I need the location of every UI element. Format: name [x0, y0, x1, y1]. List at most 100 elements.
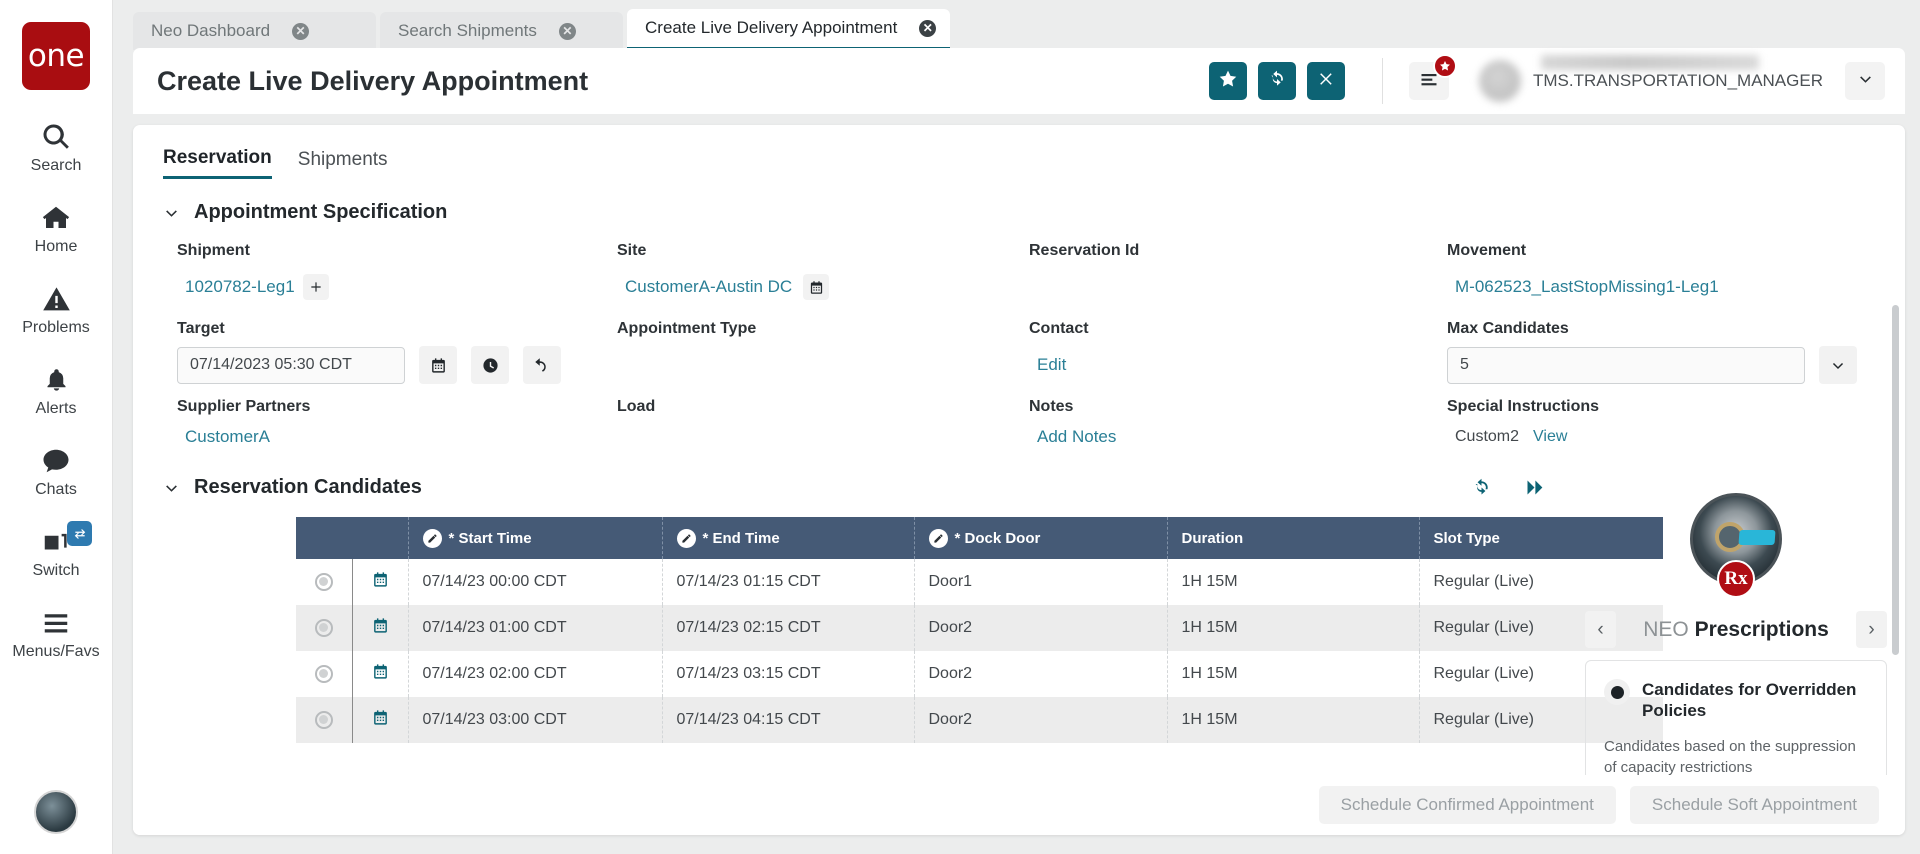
sidebar-item-switch[interactable]: Switch: [0, 521, 112, 580]
home-icon: [41, 201, 71, 235]
cell-start-time[interactable]: 07/14/23 03:00 CDT: [408, 697, 663, 743]
vertical-scrollbar[interactable]: [1892, 305, 1899, 655]
refresh-candidates-icon[interactable]: [1471, 477, 1492, 498]
calendar-icon[interactable]: [419, 346, 457, 384]
section-title: Appointment Specification: [194, 201, 448, 223]
col-select: [296, 517, 352, 559]
field-label: Appointment Type: [617, 320, 757, 337]
tab-reservation[interactable]: Reservation: [163, 147, 272, 179]
user-role: TMS.TRANSPORTATION_MANAGER: [1533, 71, 1823, 90]
cell-end-time[interactable]: 07/14/23 01:15 CDT: [662, 559, 915, 605]
reservation-candidates-table: * Start Time * End Time * Dock Door Dura…: [296, 517, 1663, 743]
header-menu-button[interactable]: [1409, 54, 1458, 100]
cell-start-time[interactable]: 07/14/23 01:00 CDT: [408, 605, 663, 651]
field-max-candidates: Max Candidates: [1447, 320, 1905, 384]
field-label: Contact: [1029, 320, 1089, 337]
cell-start-time[interactable]: 07/14/23 02:00 CDT: [408, 651, 663, 697]
chevron-down-icon[interactable]: [1819, 346, 1857, 384]
table-row[interactable]: 07/14/23 00:00 CDT 07/14/23 01:15 CDT Do…: [296, 559, 1663, 605]
appointment-specification-header[interactable]: Appointment Specification: [133, 179, 1905, 224]
field-label: Supplier Partners: [177, 398, 311, 415]
field-label: Reservation Id: [1029, 242, 1140, 259]
sidebar-label-switch: Switch: [32, 562, 80, 579]
sidebar-label-alerts: Alerts: [35, 400, 77, 417]
undo-icon[interactable]: [523, 346, 561, 384]
schedule-soft-appointment-button[interactable]: Schedule Soft Appointment: [1629, 786, 1879, 824]
edit-pencil-icon: [676, 528, 696, 548]
sidebar-item-alerts[interactable]: Alerts: [0, 363, 112, 418]
clock-icon[interactable]: [471, 346, 509, 384]
cell-start-time[interactable]: 07/14/23 00:00 CDT: [408, 559, 663, 605]
cell-dock-door[interactable]: Door2: [914, 697, 1168, 743]
shipment-link[interactable]: 1020782-Leg1: [185, 277, 295, 297]
sidebar-label-home: Home: [34, 238, 78, 255]
col-label: Duration: [1181, 529, 1244, 547]
schedule-confirmed-appointment-button[interactable]: Schedule Confirmed Appointment: [1318, 786, 1616, 824]
field-label: Load: [617, 398, 656, 415]
cell-dock-door[interactable]: Door2: [914, 651, 1168, 697]
col-dock-door[interactable]: * Dock Door: [914, 517, 1168, 559]
row-select-cell[interactable]: [296, 651, 353, 697]
plus-icon[interactable]: [302, 274, 329, 300]
row-select-cell[interactable]: [296, 605, 353, 651]
rail-user-avatar[interactable]: [34, 790, 78, 834]
table-row[interactable]: 07/14/23 02:00 CDT 07/14/23 03:15 CDT Do…: [296, 651, 1663, 697]
row-calendar-cell[interactable]: [352, 559, 409, 605]
close-button[interactable]: [1307, 62, 1346, 100]
row-select-cell[interactable]: [296, 559, 353, 605]
sidebar-label-chats: Chats: [35, 481, 77, 498]
neo-nav: ‹ NEO Prescriptions ›: [1585, 611, 1887, 648]
cell-end-time[interactable]: 07/14/23 02:15 CDT: [662, 605, 915, 651]
field-label: Max Candidates: [1447, 320, 1569, 337]
chevron-down-icon[interactable]: [163, 479, 180, 496]
col-duration[interactable]: Duration: [1167, 517, 1420, 559]
refresh-button[interactable]: [1258, 62, 1297, 100]
cell-dock-door[interactable]: Door1: [914, 559, 1168, 605]
tab-shipments[interactable]: Shipments: [298, 149, 388, 178]
user-menu[interactable]: TMS.TRANSPORTATION_MANAGER: [1479, 55, 1823, 102]
col-start-time[interactable]: * Start Time: [408, 517, 663, 559]
neo-prescription-card[interactable]: Candidates for Overridden Policies Candi…: [1585, 660, 1887, 775]
sidebar-item-menus-favs[interactable]: Menus/Favs: [0, 606, 112, 661]
field-label: Notes: [1029, 398, 1074, 415]
row-calendar-cell[interactable]: [352, 651, 409, 697]
neo-title: NEO Prescriptions: [1616, 618, 1856, 642]
row-calendar-cell[interactable]: [352, 697, 409, 743]
double-chevron-right-icon[interactable]: [1524, 477, 1545, 498]
chevron-down-icon: [1857, 70, 1874, 92]
cell-end-time[interactable]: 07/14/23 03:15 CDT: [662, 651, 915, 697]
calendar-icon[interactable]: [803, 274, 830, 300]
table-row[interactable]: 07/14/23 03:00 CDT 07/14/23 04:15 CDT Do…: [296, 697, 1663, 743]
site-link[interactable]: CustomerA-Austin DC: [625, 277, 792, 297]
row-select-cell[interactable]: [296, 697, 353, 743]
neo-prev-button[interactable]: ‹: [1585, 611, 1616, 648]
radio-button: [314, 664, 333, 683]
cell-end-time[interactable]: 07/14/23 04:15 CDT: [662, 697, 915, 743]
sidebar-item-problems[interactable]: Problems: [0, 282, 112, 337]
sidebar-item-search[interactable]: Search: [0, 120, 112, 175]
sidebar-item-home[interactable]: Home: [0, 201, 112, 256]
switch-badge-icon[interactable]: [67, 521, 92, 546]
tab-create-live-delivery-appointment[interactable]: Create Live Delivery Appointment ✕: [627, 9, 951, 50]
movement-link[interactable]: M-062523_LastStopMissing1-Leg1: [1455, 277, 1719, 297]
table-row[interactable]: 07/14/23 01:00 CDT 07/14/23 02:15 CDT Do…: [296, 605, 1663, 651]
max-candidates-input[interactable]: [1447, 346, 1805, 384]
target-input[interactable]: [177, 346, 405, 384]
tab-neo-dashboard[interactable]: Neo Dashboard ✕: [133, 12, 376, 50]
tab-search-shipments[interactable]: Search Shipments ✕: [380, 12, 623, 50]
neo-next-button[interactable]: ›: [1856, 611, 1887, 648]
add-notes-link[interactable]: Add Notes: [1037, 427, 1116, 447]
tab-close-icon[interactable]: ✕: [292, 22, 310, 40]
cell-dock-door[interactable]: Door2: [914, 605, 1168, 651]
sidebar-item-chats[interactable]: Chats: [0, 444, 112, 499]
user-menu-caret[interactable]: [1845, 62, 1885, 100]
special-instructions-view-link[interactable]: View: [1533, 428, 1567, 446]
tab-close-icon[interactable]: ✕: [919, 19, 937, 37]
row-calendar-cell[interactable]: [352, 605, 409, 651]
tab-close-icon[interactable]: ✕: [558, 22, 576, 40]
favorite-button[interactable]: [1209, 62, 1248, 100]
contact-edit-link[interactable]: Edit: [1037, 355, 1066, 375]
left-nav-rail: one Search Home Problems Alerts Chats Sw…: [0, 0, 113, 854]
supplier-partners-link[interactable]: CustomerA: [185, 427, 270, 447]
col-end-time[interactable]: * End Time: [662, 517, 915, 559]
